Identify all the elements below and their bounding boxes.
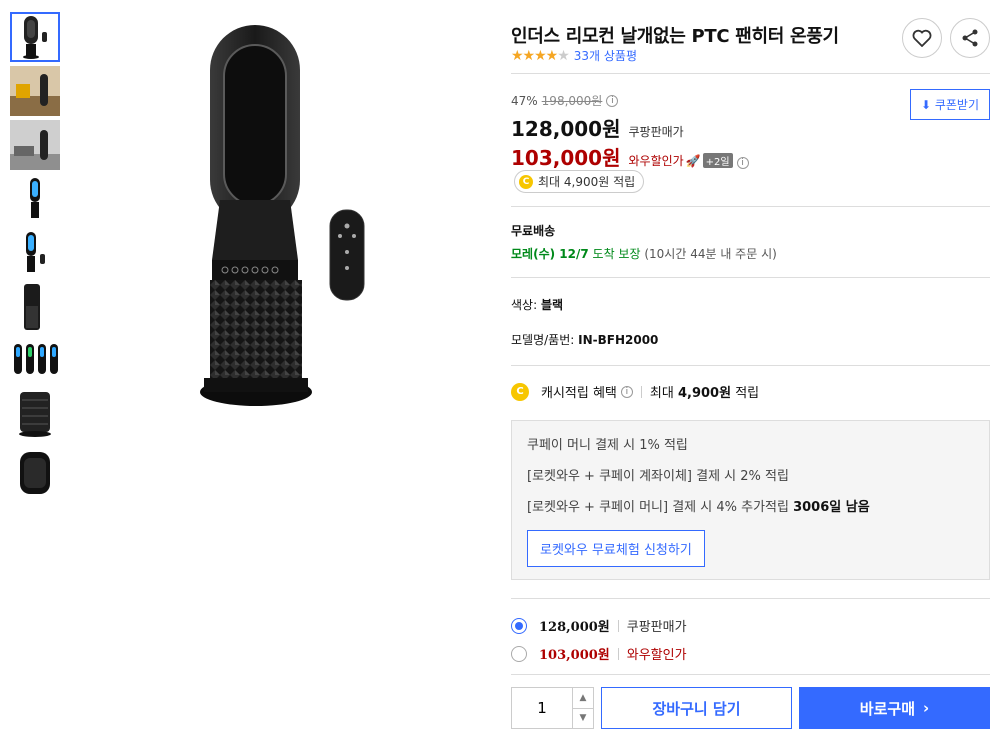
- product-title: 인더스 리모컨 날개없는 PTC 팬히터 온풍기: [511, 26, 839, 47]
- cash-pill-text: 최대 4,900원 적립: [538, 175, 636, 189]
- price-option-sale[interactable]: 128,000원 쿠팡판매가: [511, 616, 687, 635]
- benefit-line: 쿠페이 머니 결제 시 1% 적립: [527, 438, 688, 453]
- model-value: IN-BFH2000: [578, 333, 659, 347]
- option-price: 128,000원: [539, 620, 610, 635]
- benefit-line-text: [로켓와우 + 쿠페이 머니] 결제 시 4% 추가적립: [527, 500, 789, 515]
- cash-reward-pill: C 최대 4,900원 적립: [514, 170, 645, 193]
- info-icon[interactable]: i: [606, 94, 619, 107]
- cash-max-suffix: 적립: [735, 386, 760, 401]
- coupon-button-label: 쿠폰받기: [934, 98, 979, 112]
- info-icon[interactable]: i: [620, 385, 633, 398]
- sale-price: 128,000원: [511, 117, 621, 141]
- stepper-buttons: ▲ ▼: [572, 688, 593, 728]
- separator: [640, 385, 642, 398]
- color-value: 블랙: [540, 298, 564, 312]
- buy-now-button[interactable]: 바로구매 ›: [799, 687, 990, 729]
- separator: [617, 647, 619, 660]
- wow-price-label: 와우할인가: [628, 154, 684, 168]
- download-icon: ⬇: [920, 98, 931, 112]
- model-label: 모델명/품번:: [511, 333, 575, 347]
- option-label: 와우할인가: [626, 648, 687, 663]
- review-count-link[interactable]: 33개 상품평: [574, 47, 637, 64]
- cash-benefit-label: 캐시적립 혜택: [541, 386, 617, 401]
- model-option: 모델명/품번: IN-BFH2000: [511, 331, 658, 348]
- arrival-info: 모레(수) 12/7 도착 보장 (10시간 44분 내 주문 시): [511, 245, 777, 262]
- info-icon[interactable]: i: [736, 157, 749, 169]
- discount-rate: 47%: [511, 93, 538, 108]
- chevron-down-icon: ▼: [579, 713, 587, 724]
- rating-row: ★★★★★ 33개 상품평: [511, 47, 637, 64]
- arrival-note: (10시간 44분 내 주문 시): [644, 247, 777, 261]
- coin-icon: C: [511, 382, 529, 401]
- sale-price-label: 쿠팡판매가: [628, 125, 684, 139]
- decrease-button[interactable]: ▼: [573, 709, 593, 729]
- shipping-label: 무료배송: [511, 224, 556, 238]
- thumbnail-list: [10, 12, 60, 498]
- chevron-up-icon: ▲: [579, 692, 587, 703]
- divider: [511, 598, 990, 599]
- thumbnail[interactable]: [10, 390, 60, 440]
- cash-benefit-row: C 캐시적립 혜택 i 최대 4,900원 적립: [511, 382, 759, 401]
- divider: [511, 73, 990, 74]
- thumbnail[interactable]: [10, 120, 60, 170]
- divider: [511, 365, 990, 366]
- cash-max-value: 4,900원: [677, 386, 732, 401]
- shipping-info: 무료배송 모레(수) 12/7 도착 보장 (10시간 44분 내 주문 시): [511, 222, 777, 262]
- option-label: 쿠팡판매가: [626, 620, 687, 635]
- option-price: 103,000원: [539, 648, 610, 663]
- coupon-button[interactable]: ⬇ 쿠폰받기: [909, 89, 990, 120]
- wishlist-button[interactable]: [902, 18, 942, 58]
- wow-price: 103,000원: [511, 146, 621, 170]
- arrival-day: 모레(수) 12/7: [511, 247, 589, 261]
- radio-button[interactable]: [511, 645, 527, 662]
- heart-icon: [912, 29, 932, 47]
- thumbnail[interactable]: [10, 282, 60, 332]
- rocket-icon: 🚀: [685, 154, 701, 168]
- benefit-line: [로켓와우 + 쿠페이 계좌이체] 결제 시 2% 적립: [527, 469, 789, 484]
- wow-trial-button[interactable]: 로켓와우 무료체험 신청하기: [527, 530, 705, 567]
- color-option: 색상: 블랙: [511, 296, 563, 313]
- price-option-wow[interactable]: 103,000원 와우할인가: [511, 644, 687, 663]
- star-rating: ★★★★★: [511, 47, 570, 64]
- benefit-line: [로켓와우 + 쿠페이 머니] 결제 시 4% 추가적립 3006일 남음: [527, 499, 974, 516]
- thumbnail[interactable]: [10, 336, 60, 386]
- thumbnail[interactable]: [10, 12, 60, 62]
- chevron-right-icon: ›: [923, 699, 930, 717]
- payment-benefit-box: 쿠페이 머니 결제 시 1% 적립 [로켓와우 + 쿠페이 계좌이체] 결제 시…: [511, 420, 990, 580]
- days-remaining: 3006일 남음: [793, 500, 870, 515]
- add-to-cart-button[interactable]: 장바구니 담기: [601, 687, 792, 729]
- separator: [617, 619, 619, 632]
- radio-button-selected[interactable]: [511, 617, 527, 634]
- quantity-stepper: ▲ ▼: [511, 687, 594, 729]
- wow-price-row: 103,000원 와우할인가 🚀 +2일 i: [511, 142, 990, 171]
- color-label: 색상:: [511, 298, 538, 312]
- thumbnail[interactable]: [10, 444, 60, 494]
- thumbnail[interactable]: [10, 66, 60, 116]
- divider: [511, 674, 990, 675]
- share-icon: [962, 29, 978, 47]
- cash-max-prefix: 최대: [649, 386, 674, 401]
- buy-now-label: 바로구매: [859, 699, 915, 718]
- original-price: 198,000원: [541, 94, 603, 108]
- arrival-text: 도착 보장: [592, 247, 641, 261]
- divider: [511, 277, 990, 278]
- delivery-badge: +2일: [702, 153, 733, 168]
- thumbnail[interactable]: [10, 228, 60, 278]
- coin-icon: C: [519, 174, 533, 189]
- quantity-input[interactable]: [512, 688, 572, 728]
- increase-button[interactable]: ▲: [573, 688, 593, 709]
- share-button[interactable]: [950, 18, 990, 58]
- product-main-image: [190, 20, 390, 420]
- thumbnail[interactable]: [10, 174, 60, 224]
- divider: [511, 206, 990, 207]
